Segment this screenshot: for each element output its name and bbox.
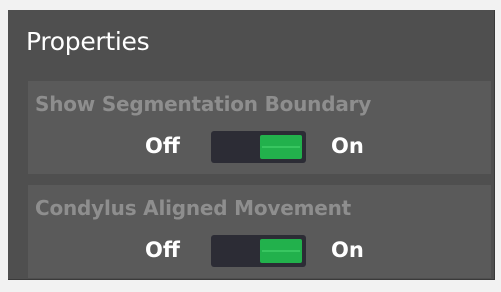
condylus-aligned-movement-toggle[interactable] bbox=[211, 235, 306, 267]
toggle-off-label: Off bbox=[145, 134, 180, 158]
properties-panel: Properties Show Segmentation Boundary Of… bbox=[8, 10, 495, 280]
toggle-thumb bbox=[260, 239, 302, 263]
show-segmentation-boundary-toggle[interactable] bbox=[211, 131, 306, 163]
property-label: Condylus Aligned Movement bbox=[35, 196, 352, 220]
property-condylus-aligned-movement: Condylus Aligned Movement Off On bbox=[28, 185, 491, 278]
toggle-off-label: Off bbox=[145, 238, 180, 262]
panel-title: Properties bbox=[26, 27, 150, 56]
property-label: Show Segmentation Boundary bbox=[35, 92, 372, 116]
toggle-on-label: On bbox=[331, 238, 364, 262]
toggle-thumb bbox=[260, 135, 302, 159]
property-show-segmentation-boundary: Show Segmentation Boundary Off On bbox=[28, 81, 491, 174]
toggle-on-label: On bbox=[331, 134, 364, 158]
